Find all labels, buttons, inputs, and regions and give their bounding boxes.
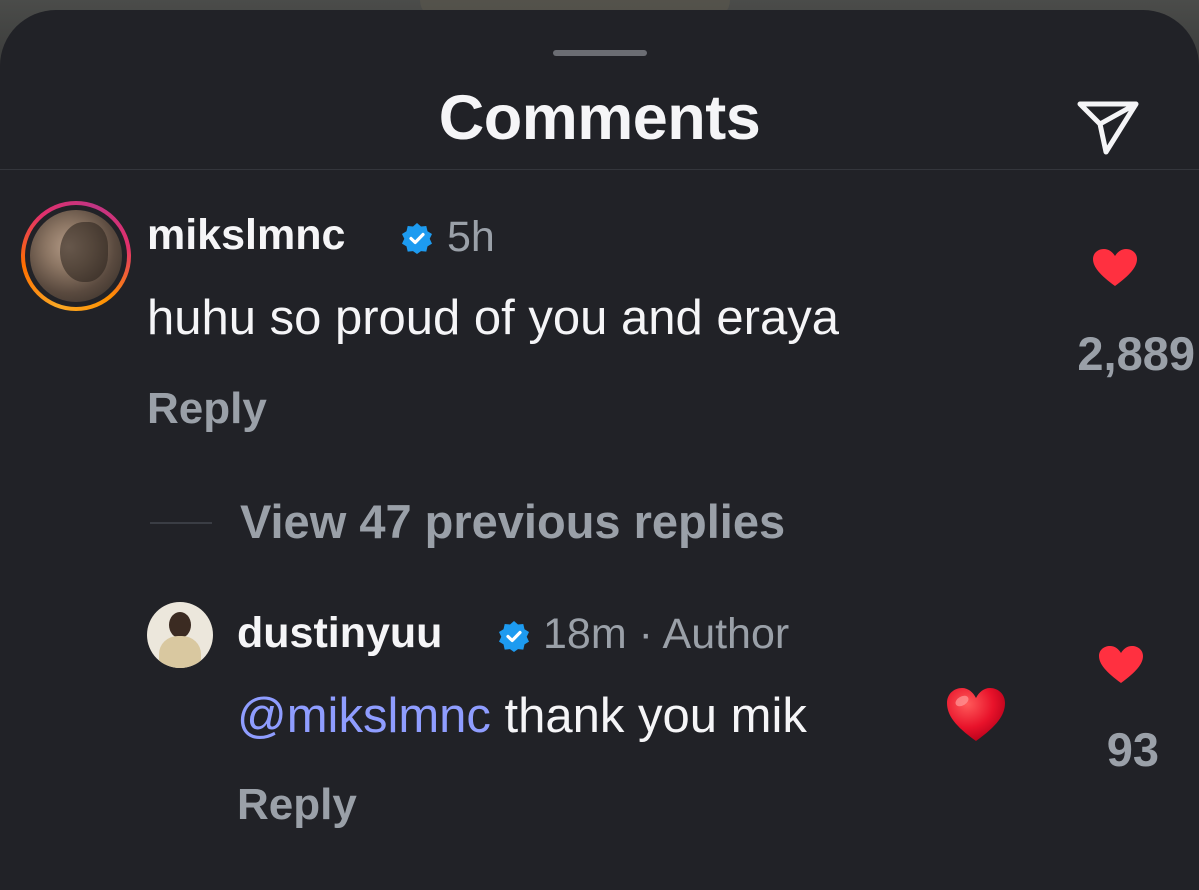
reply-username[interactable]: dustinyuu (237, 609, 442, 658)
thread-line (150, 522, 212, 524)
page-title: Comments (438, 83, 761, 153)
comment-text: huhu so proud of you and eraya (147, 291, 839, 345)
meta-separator: · (638, 610, 653, 658)
view-replies-button[interactable]: View 47 previous replies (240, 494, 785, 549)
comment-time: 5h (447, 213, 495, 261)
heart-icon[interactable] (1092, 248, 1138, 293)
avatar[interactable] (147, 602, 213, 668)
author-label: Author (662, 610, 790, 658)
heart-icon[interactable] (1098, 645, 1144, 690)
paper-plane-icon[interactable] (1076, 96, 1142, 156)
comment-username[interactable]: mikslmnc (147, 211, 345, 260)
like-count: 93 (1106, 723, 1159, 776)
reply-button[interactable]: Reply (237, 780, 357, 830)
verified-badge-icon (401, 222, 433, 259)
reply-button[interactable]: Reply (147, 384, 267, 434)
mention-link[interactable]: @mikslmnc (237, 689, 491, 743)
red-heart-emoji (945, 686, 1007, 749)
comments-sheet: Comments (0, 10, 1199, 890)
sheet-grabber-handle[interactable] (553, 50, 647, 56)
reply-text: @mikslmnc thank you mik (237, 688, 807, 744)
header-divider (0, 169, 1199, 170)
avatar-story-ring[interactable] (21, 201, 131, 311)
avatar (30, 210, 122, 302)
like-count: 2,889 (1077, 327, 1195, 380)
reply-meta: 18m · Author (543, 610, 789, 659)
verified-badge-icon (498, 620, 530, 657)
reply-body: thank you mik (504, 689, 807, 743)
reply-time: 18m (543, 610, 627, 658)
